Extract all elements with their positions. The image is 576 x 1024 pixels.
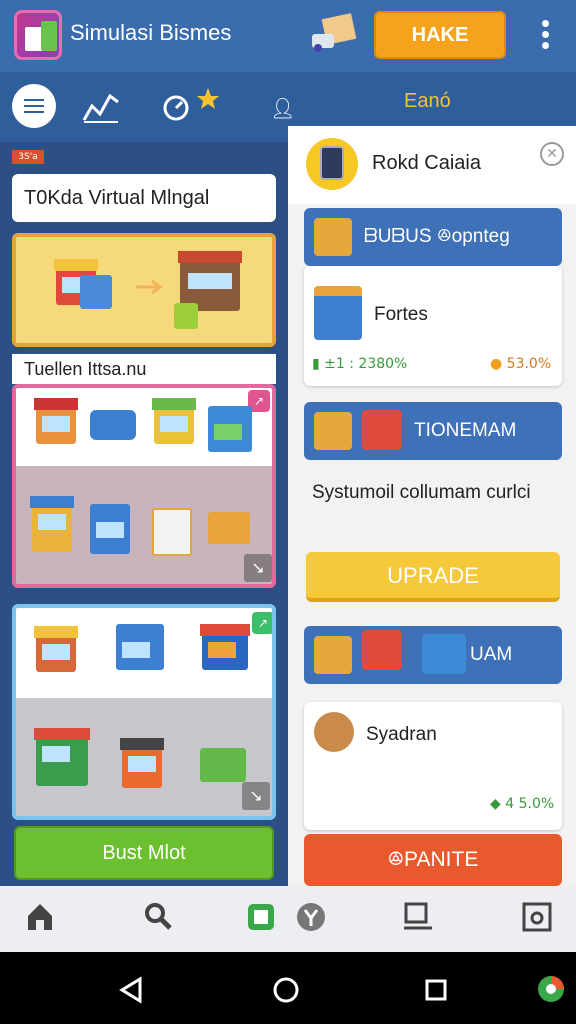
- expand-icon[interactable]: ↘: [242, 782, 270, 810]
- featured-store-card[interactable]: [12, 233, 276, 347]
- settings-icon[interactable]: [522, 902, 552, 932]
- mascot-icon: [314, 712, 354, 752]
- store-icon: [314, 218, 352, 256]
- store-icon: [120, 738, 164, 788]
- item-card[interactable]: Fortes ▮ ±1 : 2380% ● 53.0%: [304, 266, 562, 386]
- stat-right: ◆ 4 5.0%: [490, 796, 554, 812]
- store-icon: [34, 626, 78, 672]
- store-icon: [314, 286, 362, 340]
- make-button[interactable]: HAKE: [374, 11, 506, 59]
- arrow-right-icon: [136, 279, 163, 295]
- truck-icon: [90, 410, 136, 440]
- more-vert-icon[interactable]: [536, 18, 554, 52]
- section-label: Tuellen Ittsa.nu: [12, 354, 276, 384]
- item-card[interactable]: Syadran ◆ 4 5.0%: [304, 702, 562, 830]
- app-title: Simulasi Bismes: [70, 20, 232, 45]
- coin-icon: ●: [490, 356, 503, 372]
- store-icon: [178, 251, 242, 311]
- store-name-field[interactable]: T0Kda Virtual Mlngal: [12, 174, 276, 222]
- action-button[interactable]: Bust Mlot: [14, 826, 274, 880]
- back-icon[interactable]: [118, 976, 144, 1004]
- card-header-label: TIONEMAM: [414, 420, 517, 441]
- store-icon: [152, 398, 196, 444]
- stat-right-value: 4 5.0%: [505, 796, 555, 812]
- promo-badge: 3S'a: [12, 150, 44, 164]
- stat-right: ● 53.0%: [490, 356, 551, 372]
- store-icon: [200, 624, 250, 670]
- expand-icon[interactable]: ↘: [244, 554, 272, 582]
- user-icon[interactable]: 👤︎: [270, 96, 295, 120]
- store-icon: [30, 496, 74, 552]
- store-tab-icon[interactable]: [246, 902, 276, 932]
- gauge-star-icon[interactable]: [160, 86, 220, 126]
- bottom-nav: [0, 886, 576, 952]
- stat-right-value: 53.0%: [506, 356, 552, 372]
- upgrade-button[interactable]: ꔮPANITE: [304, 834, 562, 886]
- menu-button[interactable]: [12, 84, 56, 128]
- recents-icon[interactable]: [424, 978, 448, 1002]
- store-icon: [314, 636, 352, 674]
- store-grid-card[interactable]: ↗ ↘: [12, 384, 276, 588]
- store-grid-card[interactable]: ↗ ↘: [12, 604, 276, 820]
- tab-label[interactable]: Eanó: [404, 90, 451, 113]
- store-icon: [152, 508, 192, 556]
- bookmark-icon[interactable]: ↗: [252, 612, 272, 634]
- home-circle-icon[interactable]: [272, 976, 300, 1004]
- item-name: Fortes: [374, 304, 428, 325]
- cart-icon: [174, 303, 198, 329]
- card-header-label: UAM: [470, 644, 513, 665]
- assistant-icon[interactable]: [536, 974, 566, 1004]
- card-header[interactable]: ᗷUᗷUS ꔮopnteg: [304, 208, 562, 266]
- gem-icon: ◆: [490, 796, 501, 812]
- monitor-icon[interactable]: [402, 902, 434, 932]
- profile-tab-icon[interactable]: [296, 902, 326, 932]
- panel-title: Rokd Caiaia: [372, 152, 481, 174]
- card-header-label: ᗷUᗷUS ꔮopnteg: [364, 226, 510, 247]
- cash-icon: ▮: [312, 356, 320, 372]
- chart-icon[interactable]: [80, 86, 122, 126]
- card-header[interactable]: TIONEMAM: [304, 402, 562, 460]
- cart-icon: [208, 512, 250, 544]
- store-icon: [34, 728, 90, 786]
- stat-left: ▮ ±1 : 2380%: [312, 356, 407, 372]
- store-icon: [362, 630, 402, 670]
- card-header[interactable]: UAM: [304, 626, 562, 684]
- close-icon[interactable]: ✕: [540, 142, 564, 166]
- store-icon: [362, 410, 402, 450]
- package-icon[interactable]: [308, 12, 358, 58]
- home-icon[interactable]: [24, 900, 56, 932]
- stat-left-value: ±1 : 2380%: [324, 356, 408, 372]
- upgrade-button[interactable]: UPRADE: [306, 552, 560, 602]
- truck-icon: [422, 634, 466, 674]
- phone-icon: [306, 138, 358, 190]
- search-icon[interactable]: [142, 900, 174, 932]
- store-icon: [314, 412, 352, 450]
- store-icon: [116, 624, 164, 670]
- store-icon: [34, 398, 78, 444]
- store-icon: [208, 406, 252, 452]
- description-text: Systumoil collumam curlci: [312, 482, 531, 503]
- app-logo-icon: [14, 10, 62, 60]
- store-icon: [90, 504, 130, 554]
- item-name: Syadran: [366, 724, 437, 745]
- cart-icon: [200, 748, 246, 782]
- store-icon: [80, 275, 112, 309]
